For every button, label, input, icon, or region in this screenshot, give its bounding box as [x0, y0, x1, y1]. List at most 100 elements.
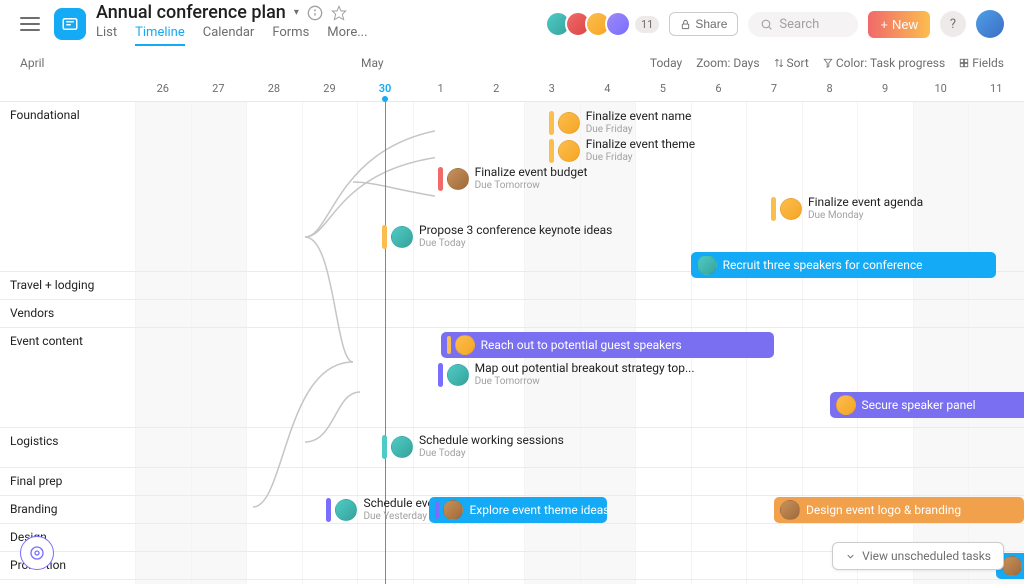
month-april: April	[20, 56, 44, 70]
task-due: Due Friday	[586, 124, 692, 136]
search-placeholder: Search	[779, 17, 819, 32]
section-row: BrandingSchedule event ...Due YesterdayE…	[0, 496, 1024, 524]
task-finalize-theme[interactable]: Finalize event themeDue Friday	[549, 138, 695, 164]
feedback-bubble[interactable]	[20, 536, 54, 570]
tabs: List Timeline Calendar Forms More...	[96, 25, 545, 46]
task-handle[interactable]	[438, 363, 443, 387]
timeline: 26272829301234567891011 FoundationalFina…	[0, 78, 1024, 584]
task-title: Recruit three speakers for conference	[723, 258, 923, 272]
assignee-avatar	[447, 168, 469, 190]
task-secure-panel[interactable]: Secure speaker panel	[830, 392, 1024, 418]
task-handle[interactable]	[382, 435, 387, 459]
fields-button[interactable]: Fields	[959, 56, 1004, 70]
date-cell: 3	[524, 78, 580, 101]
assignee-avatar	[780, 198, 802, 220]
tab-more[interactable]: More...	[327, 25, 367, 46]
menu-icon[interactable]	[20, 17, 40, 31]
task-keynote-ideas[interactable]: Propose 3 conference keynote ideasDue To…	[382, 224, 612, 250]
section-label: Travel + lodging	[0, 272, 135, 299]
section-row: FoundationalFinalize event nameDue Frida…	[0, 102, 1024, 272]
task-map-breakout[interactable]: Map out potential breakout strategy top.…	[438, 362, 695, 388]
task-handle[interactable]	[549, 139, 554, 163]
assignee-avatar	[447, 364, 469, 386]
section-row: Logistics Schedule working sessionsDue To…	[0, 428, 1024, 468]
task-handle[interactable]	[771, 197, 776, 221]
assignee-avatar	[558, 112, 580, 134]
share-label: Share	[695, 17, 727, 31]
task-due: Due Today	[419, 448, 564, 460]
timeline-toolbar: April May Today Zoom: Days Sort Color: T…	[0, 48, 1024, 78]
tab-timeline[interactable]: Timeline	[135, 25, 185, 46]
star-icon[interactable]	[331, 5, 347, 21]
task-due: Due Monday	[808, 210, 923, 222]
task-handle[interactable]	[447, 336, 451, 354]
task-title: Design event logo & branding	[806, 503, 961, 517]
task-recruit-speakers[interactable]: Recruit three speakers for conference	[691, 252, 997, 278]
project-icon[interactable]	[54, 8, 86, 40]
info-icon[interactable]	[307, 5, 323, 21]
task-title: Finalize event agenda	[808, 196, 923, 210]
fields-label: Fields	[972, 56, 1004, 70]
avatar	[605, 11, 631, 37]
task-handle[interactable]	[326, 498, 331, 522]
tab-calendar[interactable]: Calendar	[203, 25, 255, 46]
unscheduled-button[interactable]: View unscheduled tasks	[832, 542, 1004, 570]
assignee-avatar	[391, 436, 413, 458]
date-header: 26272829301234567891011	[0, 78, 1024, 102]
assignee-avatar	[443, 500, 463, 520]
help-icon[interactable]: ?	[940, 11, 966, 37]
task-title: Secure speaker panel	[862, 398, 976, 412]
date-cell: 29	[302, 78, 358, 101]
date-cell: 9	[857, 78, 913, 101]
assignee-avatar	[391, 226, 413, 248]
sort-button[interactable]: Sort	[774, 56, 809, 70]
tab-forms[interactable]: Forms	[272, 25, 309, 46]
section-label: Vendors	[0, 300, 135, 327]
zoom-select[interactable]: Zoom: Days	[696, 56, 759, 70]
date-cell: 6	[691, 78, 747, 101]
date-cell: 5	[635, 78, 691, 101]
color-select[interactable]: Color: Task progress	[823, 56, 945, 70]
task-handle[interactable]	[435, 501, 439, 519]
task-title: Finalize event name	[586, 110, 692, 124]
task-finalize-budget[interactable]: Finalize event budgetDue Tomorrow	[438, 166, 588, 192]
task-design-logo[interactable]: Design event logo & branding	[774, 497, 1024, 523]
task-title: Finalize event theme	[586, 138, 695, 152]
today-button[interactable]: Today	[650, 56, 682, 70]
chevron-down-icon[interactable]: ▾	[294, 7, 299, 18]
task-handle[interactable]	[549, 111, 554, 135]
color-label: Color: Task progress	[836, 56, 945, 70]
task-explore-theme[interactable]: Explore event theme ideas	[429, 497, 607, 523]
date-cell: 1	[413, 78, 469, 101]
task-handle[interactable]	[382, 225, 387, 249]
task-finalize-name[interactable]: Finalize event nameDue Friday	[549, 110, 692, 136]
user-avatar[interactable]	[976, 10, 1004, 38]
task-handle[interactable]	[438, 167, 443, 191]
date-cell: 7	[746, 78, 802, 101]
task-due: Due Today	[419, 238, 612, 250]
share-button[interactable]: Share	[669, 12, 738, 36]
section-label: Branding	[0, 496, 135, 523]
header: Annual conference plan ▾ List Timeline C…	[0, 0, 1024, 48]
assignee-avatar	[1002, 556, 1022, 576]
task-title: Explore event theme ideas	[469, 503, 607, 517]
assignee-avatar	[836, 395, 856, 415]
new-button[interactable]: + New	[868, 11, 930, 38]
assignee-avatar	[697, 255, 717, 275]
date-cell: 28	[246, 78, 302, 101]
section-label: Logistics	[0, 428, 135, 467]
task-schedule-working[interactable]: Schedule working sessionsDue Today	[382, 434, 564, 460]
search-input[interactable]: Search	[748, 12, 858, 37]
task-finalize-agenda[interactable]: Finalize event agendaDue Monday	[771, 196, 923, 222]
task-title: Reach out to potential guest speakers	[481, 338, 682, 352]
date-cell: 30	[357, 78, 413, 101]
task-title: Finalize event budget	[475, 166, 588, 180]
date-cell: 11	[968, 78, 1024, 101]
date-cell: 8	[802, 78, 858, 101]
month-may: May	[361, 56, 384, 70]
avatar-group[interactable]: 11	[545, 11, 659, 37]
tab-list[interactable]: List	[96, 25, 117, 46]
task-due: Due Tomorrow	[475, 376, 695, 388]
header-right: 11 Share Search + New ?	[545, 10, 1004, 38]
task-reach-out[interactable]: Reach out to potential guest speakers	[441, 332, 774, 358]
